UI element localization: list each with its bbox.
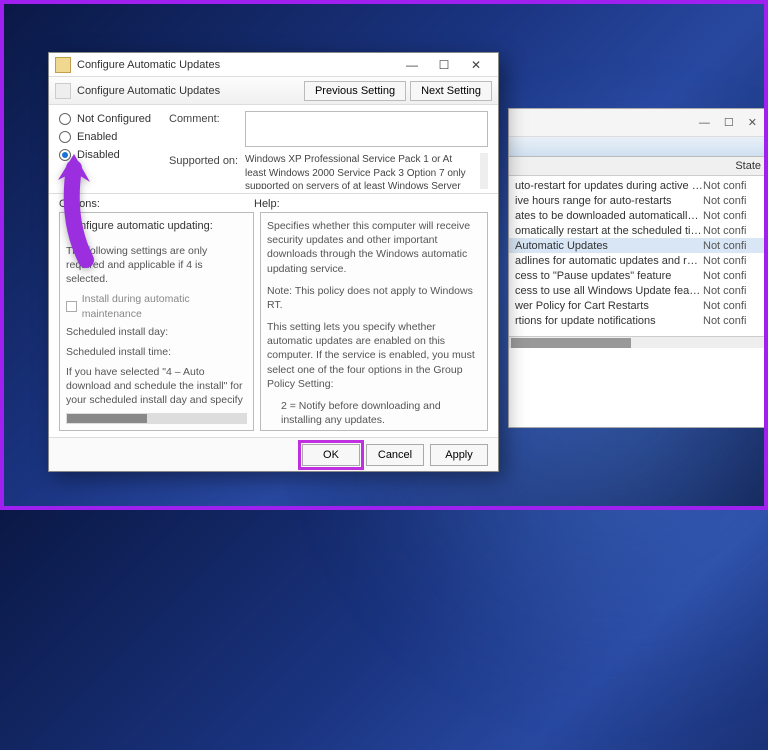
apply-button[interactable]: Apply [430,444,488,466]
help-p3: This setting lets you specify whether au… [267,320,481,391]
scheduled-time-label: Scheduled install time: [66,345,247,359]
ok-button[interactable]: OK [302,444,360,466]
options-hscrollbar[interactable] [66,413,247,424]
supported-scrollbar[interactable] [480,153,488,189]
dialog-title: Configure Automatic Updates [77,59,396,71]
next-setting-button[interactable]: Next Setting [410,81,492,101]
radio-enabled[interactable]: Enabled [59,131,159,143]
checkbox-icon [66,301,77,312]
table-row[interactable]: omatically restart at the scheduled time… [509,223,767,238]
table-row[interactable]: Automatic UpdatesNot confi [509,238,767,253]
table-row[interactable]: ive hours range for auto-restartsNot con… [509,193,767,208]
table-row[interactable]: uto-restart for updates during active ho… [509,178,767,193]
table-row[interactable]: ates to be downloaded automatically over… [509,208,767,223]
help-pane: Specifies whether this computer will rec… [260,212,488,431]
bg-maximize[interactable]: ☐ [724,116,734,129]
bg-col-state: State [735,160,761,172]
supported-text: Windows XP Professional Service Pack 1 o… [245,153,470,189]
help-p1: Specifies whether this computer will rec… [267,219,481,276]
bg-hscrollbar[interactable] [509,336,767,348]
close-button[interactable]: ✕ [460,58,492,72]
previous-setting-button[interactable]: Previous Setting [304,81,406,101]
bg-close[interactable]: ✕ [748,116,757,129]
options-pane: Configure automatic updating: The follow… [59,212,254,431]
dialog-icon [55,57,71,73]
cancel-button[interactable]: Cancel [366,444,424,466]
table-row[interactable]: cess to "Pause updates" featureNot confi [509,268,767,283]
configure-updates-dialog: Configure Automatic Updates — ☐ ✕ Config… [48,52,499,472]
help-header: Help: [254,198,280,210]
comment-textarea[interactable] [245,111,488,147]
table-row[interactable]: rtions for update notificationsNot confi [509,313,767,328]
scheduled-day-label: Scheduled install day: [66,325,247,339]
options-header: Options: [59,198,254,210]
radio-icon [59,113,71,125]
radio-not-configured[interactable]: Not Configured [59,113,159,125]
options-section-title: Configure automatic updating: [66,219,247,234]
bg-minimize[interactable]: — [699,117,710,129]
gp-editor-window: — ☐ ✕ State uto-restart for updates duri… [508,108,768,428]
table-row[interactable]: adlines for automatic updates and restar… [509,253,767,268]
table-row[interactable]: wer Policy for Cart RestartsNot confi [509,298,767,313]
radio-disabled[interactable]: Disabled [59,149,159,161]
help-p2: Note: This policy does not apply to Wind… [267,284,481,312]
maximize-button[interactable]: ☐ [428,58,460,72]
radio-icon [59,149,71,161]
chk-install-maintenance[interactable]: Install during automatic maintenance [66,292,247,320]
dialog-subtitle: Configure Automatic Updates [77,85,300,97]
minimize-button[interactable]: — [396,58,428,72]
table-row[interactable]: cess to use all Windows Update featuresN… [509,283,767,298]
options-note: The following settings are only required… [66,244,247,287]
supported-label: Supported on: [169,153,239,189]
schedule-note: If you have selected "4 – Auto download … [66,365,247,409]
help-opt2: 2 = Notify before downloading and instal… [267,399,481,427]
radio-icon [59,131,71,143]
policy-icon [55,83,71,99]
comment-label: Comment: [169,111,239,147]
